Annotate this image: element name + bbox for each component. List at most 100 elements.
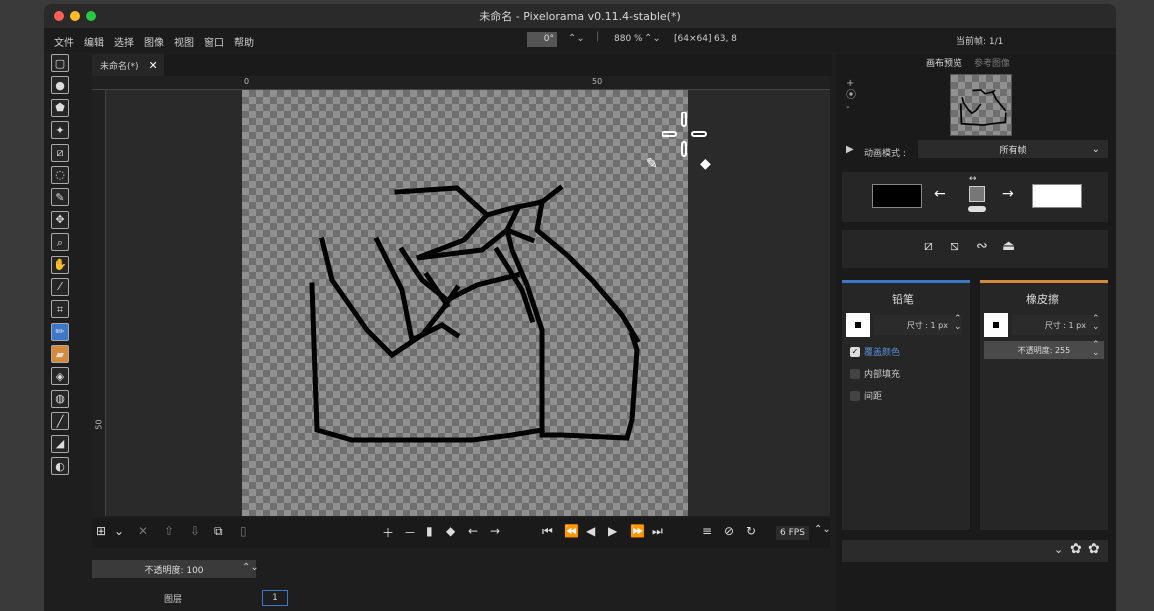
divider: | [596, 31, 600, 42]
clone-layer-icon[interactable]: ⧉ [214, 524, 223, 539]
next-frame-icon[interactable]: ⏩ [630, 524, 645, 538]
add-frame-icon[interactable]: ＋ [382, 524, 394, 541]
zoom-value[interactable]: 880 % [614, 34, 643, 44]
ellipse-select-icon[interactable]: ● [51, 76, 69, 95]
window-controls [54, 11, 96, 21]
swap-colors-button[interactable]: ↔ [966, 174, 988, 214]
menu-image[interactable]: 图像 [144, 34, 164, 49]
timeline-settings-icon[interactable]: ≡ [702, 524, 712, 538]
fps-stepper-icon[interactable]: ⌃⌄ [814, 524, 831, 535]
color-picker-icon[interactable]: ⁄ [51, 277, 69, 296]
pan-icon[interactable]: ✋ [51, 255, 69, 274]
ellipse-icon[interactable]: ◐ [51, 457, 69, 476]
menu-edit[interactable]: 编辑 [84, 34, 104, 49]
chevron-down-icon[interactable]: ⌄ [114, 524, 124, 538]
mirror-y-icon[interactable]: ⧅ [950, 238, 959, 254]
play-forwards-icon[interactable]: ▶ [608, 524, 617, 538]
left-size-stepper-icon[interactable]: ⌃ ⌄ [954, 315, 962, 332]
spacing-label: 间距 [864, 392, 883, 402]
tab-untitled[interactable]: 未命名(*) ✕ [92, 54, 164, 76]
bucket-icon[interactable]: ◈ [51, 367, 69, 386]
add-layer-icon[interactable]: ⊞ [96, 524, 106, 538]
prev-frame-icon[interactable]: ⏪ [564, 524, 579, 538]
move-icon[interactable]: ✥ [51, 210, 69, 229]
merge-layer-icon[interactable]: ▯ [240, 524, 247, 538]
canvas-preview [950, 74, 1012, 136]
opacity-stepper-icon[interactable]: ⌃ ⌄ [1092, 341, 1100, 358]
rotation-input[interactable]: 0° [527, 32, 557, 47]
tab-canvas-preview[interactable]: 画布预览 [926, 56, 962, 69]
rectangle-icon[interactable]: ◢ [51, 434, 69, 453]
crop-icon[interactable]: ⌗ [51, 300, 69, 319]
tool-bar: ▢ ● ⬟ ✦ ⧄ ◌ ✎ ✥ ⌕ ✋ ⁄ ⌗ ✏ ▰ ◈ ◍ ╱ ◢ ◐ [48, 54, 72, 484]
rotation-stepper-icon[interactable]: ⌃⌄ [568, 33, 585, 44]
minimize-window-button[interactable] [70, 11, 80, 21]
anim-mode-select[interactable]: 所有帧 ⌄ [918, 140, 1108, 158]
palette-select[interactable]: ⌄ ✿ ✿ [842, 540, 1108, 562]
first-frame-icon[interactable]: ⏮ [542, 524, 553, 539]
remove-frame-icon[interactable]: － [404, 524, 416, 541]
brush-shape-icon[interactable] [846, 313, 870, 337]
close-icon[interactable]: ✕ [149, 59, 158, 72]
shading-icon[interactable]: ◍ [51, 389, 69, 408]
layer-opacity-stepper-icon[interactable]: ⌃⌄ [242, 562, 259, 573]
pencil-icon[interactable]: ✏ [51, 322, 69, 341]
frame-number[interactable]: 1 [262, 590, 288, 606]
move-right-icon[interactable]: → [490, 524, 500, 538]
maximize-window-button[interactable] [86, 11, 96, 21]
last-frame-icon[interactable]: ⏭ [652, 524, 663, 539]
menu-help[interactable]: 帮助 [234, 34, 254, 49]
canvas-area[interactable]: 0 50 50 ✎ ◆ [92, 76, 830, 516]
title-bar: 未命名 - Pixelorama v0.11.4-stable(*) [44, 4, 1116, 28]
color-toggle-icon [968, 206, 986, 212]
fps-input[interactable]: 6 FPS [776, 526, 809, 540]
left-color-swatch[interactable] [872, 184, 922, 208]
move-layer-down-icon[interactable]: ⇩ [190, 524, 200, 538]
zoom-stepper-icon[interactable]: ⌃⌄ [644, 33, 661, 44]
paint-select-icon[interactable]: ✎ [51, 188, 69, 207]
palette-icon[interactable]: ✿ [1070, 541, 1082, 557]
reset-colors-icon [969, 186, 985, 202]
pixel-perfect-icon[interactable]: ∾ [976, 238, 988, 254]
move-layer-up-icon[interactable]: ⇧ [164, 524, 174, 538]
menu-window[interactable]: 窗口 [204, 34, 224, 49]
fill-inside-checkbox[interactable] [850, 369, 860, 379]
right-size-input[interactable]: 尺寸 : 1 px [1012, 315, 1100, 335]
clone-frame-icon[interactable]: ▮ [426, 524, 433, 538]
magic-wand-icon[interactable]: ✦ [51, 121, 69, 140]
eraser-shape-icon[interactable] [984, 313, 1008, 337]
overwrite-color-checkbox[interactable]: ✓ [850, 347, 860, 357]
menu-view[interactable]: 视图 [174, 34, 194, 49]
preview-zoom-slider[interactable]: + ⦿ - [846, 78, 856, 114]
color-select-icon[interactable]: ⧄ [51, 143, 69, 162]
play-backwards-icon[interactable]: ◀ [586, 524, 595, 538]
polygon-select-icon[interactable]: ⬟ [51, 98, 69, 117]
ruler-label-v50: 50 [94, 419, 104, 430]
edit-palette-icon[interactable]: ✿ [1088, 541, 1100, 557]
close-window-button[interactable] [54, 11, 64, 21]
tag-icon[interactable]: ◆ [446, 524, 455, 538]
onion-skin-icon[interactable]: ⊘ [724, 524, 734, 538]
move-left-icon[interactable]: ← [468, 524, 478, 538]
loop-icon[interactable]: ↻ [746, 524, 756, 538]
pixel-canvas[interactable] [242, 90, 688, 516]
spacing-checkbox[interactable] [850, 391, 860, 401]
lasso-icon[interactable]: ◌ [51, 165, 69, 184]
tab-reference-images[interactable]: 参考图像 [974, 56, 1010, 69]
delete-layer-icon[interactable]: ✕ [138, 524, 148, 538]
left-size-input[interactable]: 尺寸 : 1 px [874, 315, 962, 335]
right-color-swatch[interactable] [1032, 184, 1082, 208]
rect-select-icon[interactable]: ▢ [51, 54, 69, 72]
menu-file[interactable]: 文件 [54, 34, 74, 49]
line-icon[interactable]: ╱ [51, 412, 69, 431]
right-size-stepper-icon[interactable]: ⌃ ⌄ [1092, 315, 1100, 332]
menu-select[interactable]: 选择 [114, 34, 134, 49]
zoom-icon[interactable]: ⌕ [51, 233, 69, 252]
mirror-x-icon[interactable]: ⧄ [924, 238, 933, 254]
anim-mode-value: 所有帧 [999, 145, 1027, 156]
layer-opacity-slider[interactable]: 不透明度: 100 [92, 560, 256, 578]
eraser-opacity-slider[interactable]: 不透明度: 255 [984, 341, 1104, 359]
eraser-icon[interactable]: ▰ [51, 345, 69, 364]
lock-alpha-icon[interactable]: ⏏ [1002, 238, 1015, 254]
play-preview-icon[interactable]: ▶ [846, 144, 854, 155]
